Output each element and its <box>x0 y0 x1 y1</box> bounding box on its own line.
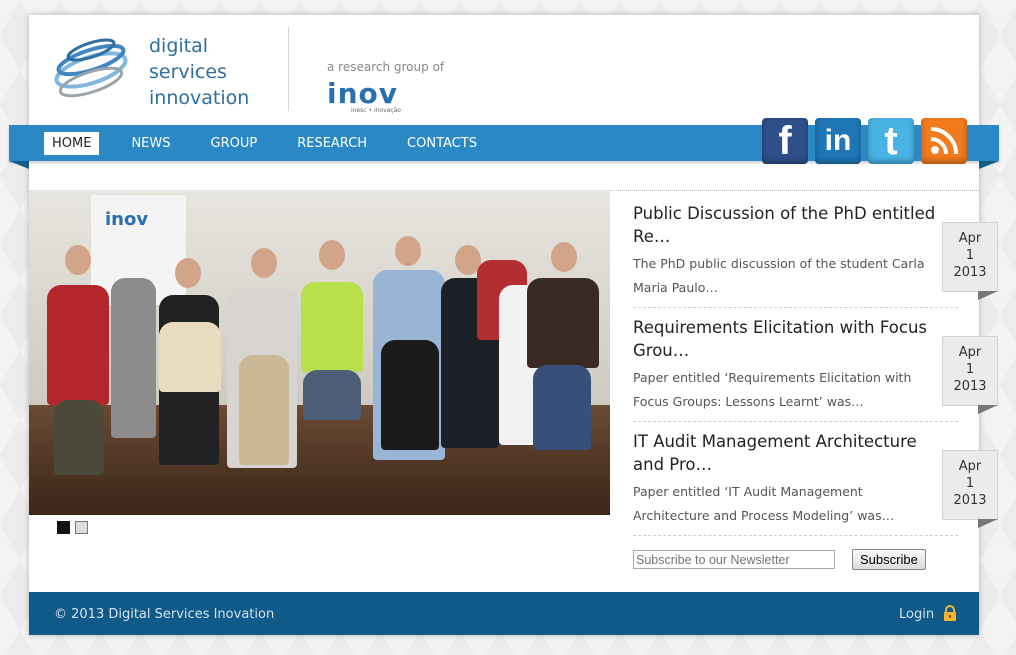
social-links: f in t <box>762 118 967 164</box>
footer-copyright: © 2013 Digital Services Inovation <box>54 607 275 622</box>
hero-slide-image[interactable]: inov <box>29 190 610 515</box>
rss-icon[interactable] <box>921 118 967 164</box>
photo-head <box>175 258 201 288</box>
photo-person <box>527 278 599 368</box>
page-container: digital services innovation a research g… <box>9 15 999 635</box>
date-year: 2013 <box>953 265 987 280</box>
photo-head <box>551 242 577 272</box>
photo-person <box>301 282 363 372</box>
date-day: 1 <box>965 476 975 491</box>
photo-person <box>381 340 439 450</box>
slider-dot-2[interactable] <box>75 521 88 534</box>
nav-item-contacts[interactable]: CONTACTS <box>399 132 485 155</box>
subscribe-button[interactable]: Subscribe <box>852 549 926 570</box>
photo-person <box>159 322 221 392</box>
date-year: 2013 <box>953 493 987 508</box>
date-month: Apr <box>958 345 982 360</box>
dsi-logo-icon[interactable] <box>51 30 131 110</box>
nav-item-home[interactable]: HOME <box>44 132 100 155</box>
site-logo-text[interactable]: digital services innovation <box>149 33 249 111</box>
news-item: IT Audit Management Architecture and Pro… <box>633 430 943 528</box>
logo-line-innovation: innovation <box>149 87 250 109</box>
slider-dot-1[interactable] <box>57 521 70 534</box>
news-top-divider <box>610 190 979 191</box>
photo-person <box>54 400 104 475</box>
lock-icon[interactable] <box>943 605 957 621</box>
date-day: 1 <box>965 248 975 263</box>
inov-logo-subtitle: inesc • inovação <box>351 107 401 114</box>
news-excerpt: Paper entitled ‘Requirements Elicitation… <box>633 370 912 409</box>
nav-item-group[interactable]: GROUP <box>203 132 266 155</box>
twitter-icon[interactable]: t <box>868 118 914 164</box>
photo-person <box>111 278 156 438</box>
logo-line-digital: digital <box>149 35 209 57</box>
site-footer: © 2013 Digital Services Inovation Login <box>29 592 979 635</box>
news-divider <box>633 307 958 308</box>
photo-head <box>319 240 345 270</box>
research-group-label: a research group of <box>327 60 445 74</box>
login-link[interactable]: Login <box>899 607 934 622</box>
news-excerpt: Paper entitled ‘IT Audit Management Arch… <box>633 484 895 523</box>
news-date-badge: Apr 1 2013 <box>942 450 998 528</box>
news-title[interactable]: IT Audit Management Architecture and Pro… <box>633 430 943 476</box>
photo-person <box>47 285 109 405</box>
photo-person <box>239 355 289 465</box>
photo-person <box>533 365 591 450</box>
news-title[interactable]: Requirements Elicitation with Focus Grou… <box>633 316 943 362</box>
linkedin-icon[interactable]: in <box>815 118 861 164</box>
news-date-badge: Apr 1 2013 <box>942 336 998 414</box>
photo-banner-text: inov <box>105 209 149 230</box>
date-month: Apr <box>958 459 982 474</box>
photo-head <box>395 236 421 266</box>
photo-person <box>303 370 361 420</box>
slider-pagination <box>57 521 88 534</box>
nav-item-news[interactable]: NEWS <box>123 132 178 155</box>
nav-item-research[interactable]: RESEARCH <box>289 132 375 155</box>
rss-glyph <box>930 127 958 155</box>
date-day: 1 <box>965 362 975 377</box>
header-divider <box>288 27 289 111</box>
news-divider <box>633 421 958 422</box>
news-item: Public Discussion of the PhD entitled Re… <box>633 202 943 300</box>
date-year: 2013 <box>953 379 987 394</box>
photo-head <box>65 245 91 275</box>
news-title[interactable]: Public Discussion of the PhD entitled Re… <box>633 202 943 248</box>
news-date-badge: Apr 1 2013 <box>942 222 998 300</box>
photo-head <box>251 248 277 278</box>
newsletter-email-input[interactable] <box>633 550 835 569</box>
news-divider <box>633 535 958 536</box>
logo-line-services: services <box>149 61 227 83</box>
nav-menu: HOME NEWS GROUP RESEARCH CONTACTS <box>44 132 509 155</box>
date-month: Apr <box>958 231 982 246</box>
news-excerpt: The PhD public discussion of the student… <box>633 256 925 295</box>
facebook-icon[interactable]: f <box>762 118 808 164</box>
inov-logo[interactable]: inov <box>327 77 398 110</box>
news-item: Requirements Elicitation with Focus Grou… <box>633 316 943 414</box>
